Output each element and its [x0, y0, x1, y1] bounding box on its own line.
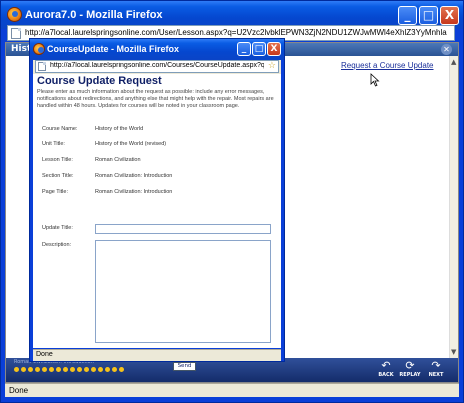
- bookmark-star-icon[interactable]: ☆: [268, 61, 276, 71]
- replay-icon: ⟳: [405, 359, 415, 372]
- popup-status-text: Done: [36, 351, 53, 358]
- progress-dots: [14, 367, 124, 372]
- progress-dot[interactable]: [49, 367, 54, 372]
- mouse-cursor-icon: [370, 73, 380, 87]
- replay-button[interactable]: ⟳ REPLAY: [398, 360, 422, 380]
- form-heading: Course Update Request: [37, 75, 162, 87]
- send-button[interactable]: Send: [173, 362, 196, 371]
- progress-dot[interactable]: [63, 367, 68, 372]
- window-title: Aurora7.0 - Mozilla Firefox: [25, 9, 163, 21]
- progress-dot[interactable]: [56, 367, 61, 372]
- description-textarea[interactable]: [95, 240, 271, 343]
- status-text: Done: [9, 386, 29, 395]
- page-icon: [38, 62, 46, 71]
- progress-dot[interactable]: [119, 367, 124, 372]
- popup-address-bar[interactable]: http://a7local.laurelspringsonline.com/C…: [35, 60, 279, 73]
- progress-dot[interactable]: [112, 367, 117, 372]
- vertical-scrollbar[interactable]: ▲ ▼: [449, 56, 458, 358]
- next-label: NEXT: [428, 372, 444, 378]
- close-button[interactable]: X: [440, 6, 459, 25]
- lesson-title-label: Lesson Title:: [42, 157, 73, 163]
- page-title-value: Roman Civilization: Introduction: [95, 189, 173, 195]
- scroll-up-arrow-icon[interactable]: ▲: [451, 58, 456, 66]
- maximize-button[interactable]: □: [419, 6, 438, 25]
- replay-label: REPLAY: [399, 372, 421, 378]
- page-title-label: Page Title:: [42, 189, 68, 195]
- lesson-title-value: Roman Civilization: [95, 157, 141, 163]
- course-update-popup: CourseUpdate - Mozilla Firefox _ □ X htt…: [29, 38, 285, 371]
- progress-dot[interactable]: [35, 367, 40, 372]
- status-bar: Done: [5, 383, 459, 397]
- update-title-input[interactable]: [95, 224, 271, 234]
- page-icon: [11, 28, 21, 39]
- update-title-label: Update Title:: [42, 225, 73, 231]
- unit-title-label: Unit Title:: [42, 141, 65, 147]
- request-course-update-link[interactable]: Request a Course Update: [341, 61, 434, 70]
- back-arrow-icon: ↶: [381, 359, 391, 372]
- progress-dot[interactable]: [70, 367, 75, 372]
- popup-status-bar: Done: [33, 349, 281, 361]
- minimize-button[interactable]: _: [398, 6, 417, 25]
- firefox-icon: [33, 43, 45, 55]
- progress-dot[interactable]: [84, 367, 89, 372]
- scroll-down-arrow-icon[interactable]: ▼: [451, 348, 456, 356]
- unit-title-value: History of the World (revised): [95, 141, 167, 147]
- form-instructions: Please enter as much information about t…: [37, 89, 274, 109]
- back-label: BACK: [378, 372, 394, 378]
- popup-close-button[interactable]: X: [267, 42, 281, 56]
- next-arrow-icon: ↷: [431, 359, 441, 372]
- popup-address-area: http://a7local.laurelspringsonline.com/C…: [33, 60, 281, 74]
- popup-title: CourseUpdate - Mozilla Firefox: [47, 44, 180, 54]
- course-name-label: Course Name:: [42, 126, 78, 132]
- section-title-label: Section Title:: [42, 173, 74, 179]
- progress-dot[interactable]: [77, 367, 82, 372]
- course-update-form: Course Update Request Please enter as mu…: [33, 74, 281, 371]
- firefox-icon: [7, 7, 22, 22]
- popup-address-url[interactable]: http://a7local.laurelspringsonline.com/C…: [50, 62, 264, 69]
- progress-dot[interactable]: [21, 367, 26, 372]
- popup-minimize-button[interactable]: _: [237, 42, 251, 56]
- progress-dot[interactable]: [91, 367, 96, 372]
- popup-titlebar[interactable]: CourseUpdate - Mozilla Firefox _ □ X: [30, 39, 284, 60]
- popup-maximize-button[interactable]: □: [252, 42, 266, 56]
- progress-dot[interactable]: [42, 367, 47, 372]
- section-title-value: Roman Civilization: Introduction: [95, 173, 173, 179]
- course-name-value: History of the World: [95, 126, 144, 132]
- back-button[interactable]: ↶ BACK: [374, 360, 398, 380]
- progress-dot[interactable]: [98, 367, 103, 372]
- progress-dot[interactable]: [14, 367, 19, 372]
- next-button[interactable]: ↷ NEXT: [424, 360, 448, 380]
- close-circle-icon[interactable]: ✕: [441, 44, 452, 55]
- progress-dot[interactable]: [105, 367, 110, 372]
- address-url[interactable]: http://a7local.laurelspringsonline.com/U…: [25, 28, 447, 37]
- progress-dot[interactable]: [28, 367, 33, 372]
- description-label: Description:: [42, 242, 72, 248]
